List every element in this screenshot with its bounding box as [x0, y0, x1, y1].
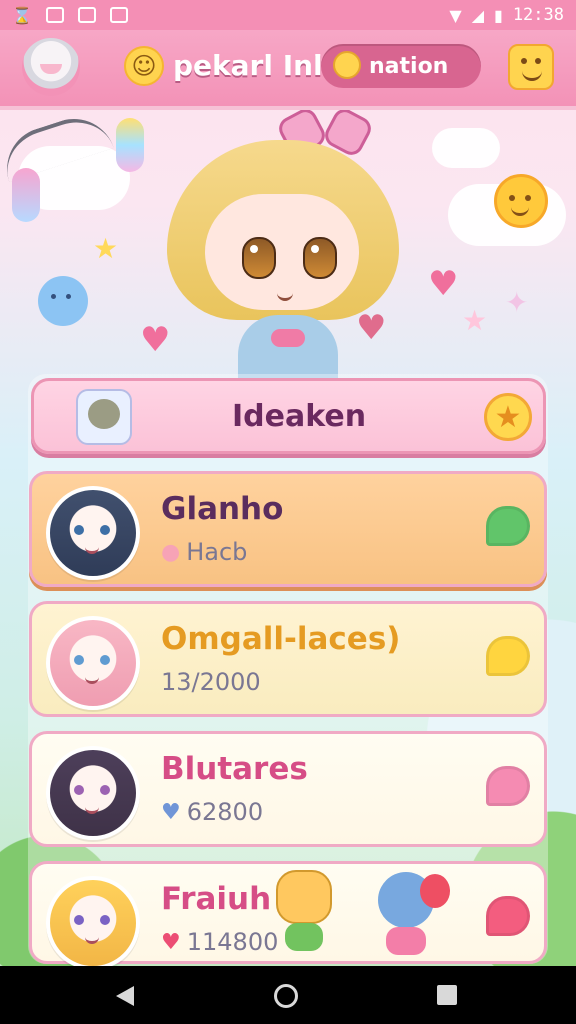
mascot-ribbon: [271, 329, 305, 347]
system-nav-bar: [0, 966, 576, 1024]
character-avatar: [46, 486, 140, 580]
character-avatar: [46, 616, 140, 710]
image-app-icon: [109, 7, 128, 23]
list-item-name: Fraiuh: [161, 881, 272, 917]
star-icon: ★: [462, 304, 488, 337]
list-item[interactable]: Blutares ♥ 62800: [29, 731, 547, 847]
list-item-name: Omgall-laces): [161, 621, 401, 657]
title-mascot: [76, 389, 132, 445]
star-icon: ✦: [505, 286, 529, 319]
list-item[interactable]: Omgall-laces) 13/2000: [29, 601, 547, 717]
wifi-icon: ▼: [449, 5, 462, 25]
list-item-subtitle-text: 13/2000: [161, 668, 261, 696]
list-item-name: Glanho: [161, 491, 284, 527]
star-icon: ★: [93, 232, 119, 265]
list-item-subtitle: ♥ 114800: [161, 928, 278, 956]
balloon-icon: [420, 874, 450, 908]
home-icon[interactable]: [274, 984, 298, 1008]
cat-mascot: [270, 865, 338, 955]
mascot-body: [238, 315, 338, 380]
app-header: ☺ pekarl Inlan nation: [0, 30, 576, 110]
star-button[interactable]: ★: [484, 393, 532, 441]
mode-icon: [333, 51, 361, 79]
list-item-subtitle: 13/2000: [161, 668, 261, 696]
happy-face-icon[interactable]: [508, 44, 554, 90]
yellow-bubble-icon[interactable]: [486, 636, 530, 676]
moon-decoration: [38, 276, 88, 326]
heart-icon: ♥: [161, 929, 181, 955]
list-item-subtitle: ♥ 62800: [161, 798, 263, 826]
list-item[interactable]: Glanho ● Hacb: [29, 471, 547, 587]
back-icon[interactable]: [116, 986, 134, 1006]
status-bar: ⌛ ▼ ◢ ▮ 12:38: [0, 0, 576, 30]
heart-icon: ♥: [428, 264, 459, 304]
signal-icon: ◢: [471, 5, 484, 25]
mode-label: nation: [369, 54, 449, 79]
status-icons-right: ▼ ◢ ▮ 12:38: [449, 5, 564, 25]
mascot-eye: [242, 237, 276, 279]
candy-decoration: [116, 118, 144, 172]
red-bubble-icon[interactable]: [486, 896, 530, 936]
hero-illustration: ♥ ♥ ♥ ★ ★ ✦: [0, 110, 576, 380]
bear-icon: ●: [161, 539, 181, 565]
character-avatar: [46, 746, 140, 840]
title-card[interactable]: Ideaken ★: [31, 378, 546, 454]
battery-icon: ▮: [494, 5, 503, 25]
message-icon: [45, 7, 64, 23]
mode-pill[interactable]: nation: [321, 44, 481, 88]
list-item-subtitle-text: 62800: [186, 798, 264, 826]
recents-icon[interactable]: [437, 985, 457, 1005]
sun-icon: [494, 174, 548, 228]
hourglass-icon: ⌛: [12, 5, 32, 25]
candy-decoration: [12, 168, 40, 222]
list-item-subtitle-text: Hacb: [186, 538, 248, 566]
green-bubble-icon[interactable]: [486, 506, 530, 546]
heart-app-icon: [77, 7, 96, 23]
list-item-name: Blutares: [161, 751, 308, 787]
smile-icon[interactable]: ☺: [124, 46, 164, 86]
list-item-subtitle: ● Hacb: [161, 538, 247, 566]
cloud-illustration: [432, 128, 500, 168]
mascot-eye: [303, 237, 337, 279]
status-time: 12:38: [512, 5, 564, 25]
avatar[interactable]: [22, 38, 80, 96]
status-icons-left: ⌛: [12, 6, 128, 25]
pink-bubble-icon[interactable]: [486, 766, 530, 806]
list-item-subtitle-text: 114800: [186, 928, 279, 956]
mascot-girl: [160, 110, 410, 380]
character-avatar: [46, 876, 140, 970]
heart-icon: ♥: [161, 799, 181, 825]
title-card-label: Ideaken: [232, 399, 367, 434]
